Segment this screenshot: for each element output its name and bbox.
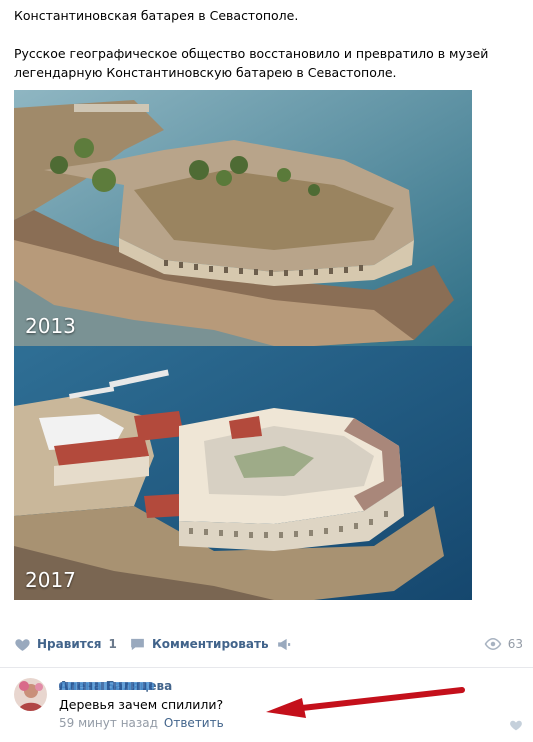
like-count: 1: [108, 637, 117, 651]
views-counter: 63: [484, 634, 523, 654]
year-label-2017: 2017: [25, 568, 76, 592]
red-arrow-annotation: [266, 687, 465, 718]
eye-icon: [484, 637, 502, 651]
post-text: Константиновская батарея в Севастополе. …: [14, 6, 519, 82]
megaphone-icon: [276, 636, 293, 653]
share-button[interactable]: [276, 634, 299, 654]
comment-like-heart-icon[interactable]: [509, 716, 523, 731]
avatar[interactable]: [14, 678, 47, 711]
comment-button[interactable]: Комментировать: [129, 634, 269, 654]
comment-label: Комментировать: [152, 637, 269, 651]
views-count: 63: [507, 637, 523, 651]
post-actions-bar: Нравится 1 Комментировать 63: [0, 628, 533, 660]
comment-time[interactable]: 59 минут назад: [59, 716, 158, 730]
divider: [0, 667, 533, 668]
year-label-2013: 2013: [25, 314, 76, 338]
like-button[interactable]: Нравится 1: [14, 634, 117, 654]
comment-text: Деревья зачем спилили?: [59, 697, 224, 712]
wall-post: Константиновская батарея в Севастополе. …: [0, 0, 533, 742]
fort-photo-2013-image: [14, 90, 472, 346]
like-label: Нравится: [37, 637, 102, 651]
post-title: Константиновская батарея в Севастополе.: [14, 8, 299, 23]
fort-photo-2017-image: [14, 346, 472, 600]
post-body: Русское географическое общество восстано…: [14, 46, 489, 80]
photo-2013[interactable]: 2013: [14, 90, 472, 346]
heart-icon: [14, 636, 31, 653]
comment-icon: [129, 636, 146, 653]
photo-2017[interactable]: 2017: [14, 346, 472, 600]
reply-button[interactable]: Ответить: [164, 716, 224, 730]
comment-meta: 59 минут назад Ответить: [59, 716, 224, 730]
author-scribble: [59, 682, 154, 690]
